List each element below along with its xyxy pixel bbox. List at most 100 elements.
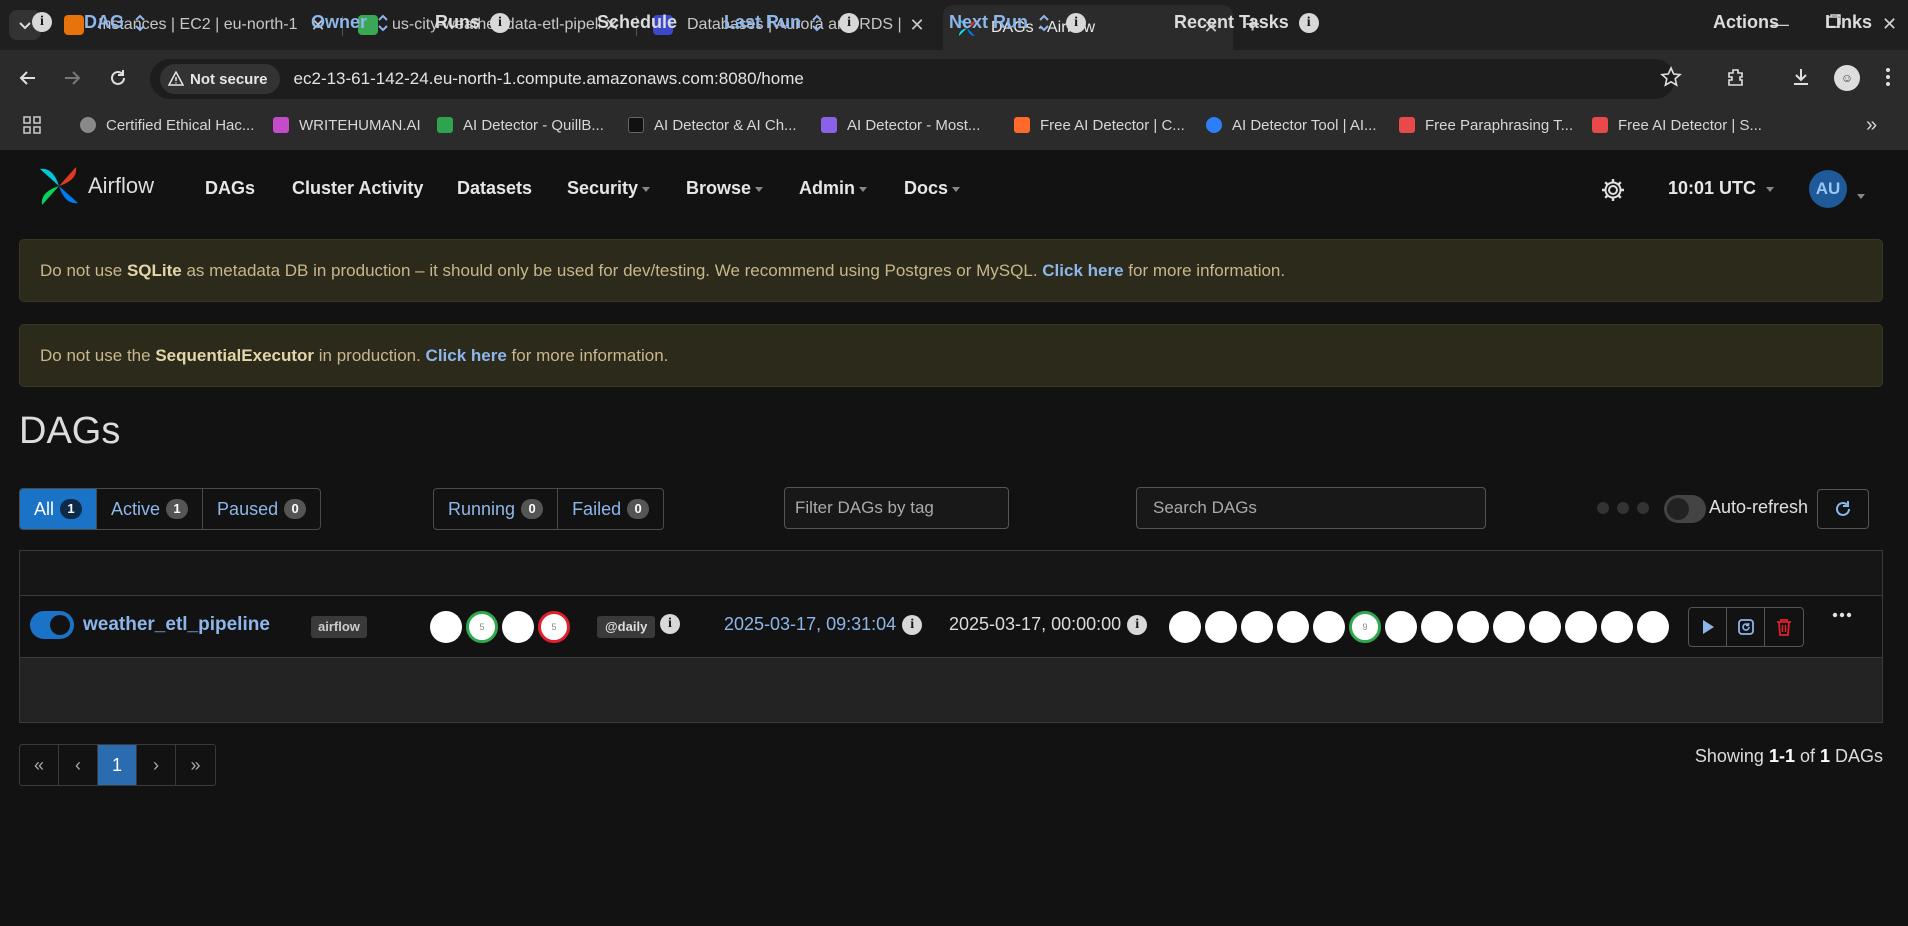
task-status-circle[interactable] [1601, 611, 1633, 643]
bookmark-item[interactable]: WRITEHUMAN.AI [273, 112, 421, 138]
address-bar[interactable]: Not secure ec2-13-61-142-24.eu-north-1.c… [150, 59, 1675, 99]
not-secure-badge[interactable]: Not secure [160, 64, 280, 94]
bookmark-item[interactable]: Certified Ethical Hac... [80, 112, 254, 138]
bookmark-item[interactable]: AI Detector & AI Ch... [628, 112, 797, 138]
owner-badge[interactable]: airflow [311, 616, 367, 638]
filter-running-button[interactable]: Running 0 [434, 489, 559, 529]
column-dag[interactable]: DAG [84, 12, 146, 33]
info-icon[interactable]: i [490, 12, 510, 33]
ai-detector-most-icon [821, 117, 837, 133]
info-icon[interactable]: i [1298, 12, 1319, 33]
prev-page-button[interactable]: ‹ [59, 745, 98, 785]
auto-refresh-toggle[interactable] [1664, 495, 1706, 523]
quillbot-icon [437, 117, 453, 133]
refresh-indicator-dots [1597, 502, 1657, 514]
column-next-run[interactable]: Next Run i [949, 12, 1087, 33]
dag-pause-toggle[interactable] [30, 611, 74, 639]
caret-down-icon[interactable] [1853, 186, 1865, 204]
column-last-run[interactable]: Last Run i [724, 12, 860, 33]
page-1-button[interactable]: 1 [98, 745, 137, 785]
schedule-info-icon[interactable]: i [660, 614, 680, 634]
task-status-circle[interactable] [1565, 611, 1597, 643]
delete-dag-button[interactable] [1765, 608, 1803, 646]
last-run-link[interactable]: 2025-03-17, 09:31:04 i [724, 614, 923, 635]
more-bookmarks-icon[interactable]: » [1866, 112, 1877, 138]
nav-browse[interactable]: Browse [686, 178, 764, 199]
last-page-button[interactable]: » [176, 745, 215, 785]
close-tab-icon[interactable]: ✕ [905, 15, 929, 36]
task-status-circle[interactable] [1385, 611, 1417, 643]
task-status-circle[interactable] [1637, 611, 1669, 643]
first-page-button[interactable]: « [20, 745, 59, 785]
run-status-circle-failed[interactable]: 5 [538, 611, 570, 643]
utc-clock[interactable]: 10:01 UTC [1668, 178, 1775, 199]
airflow-pinwheel-icon [40, 167, 78, 205]
play-icon [1702, 620, 1714, 634]
run-status-circle-success[interactable]: 5 [466, 611, 498, 643]
bookmark-item[interactable]: AI Detector Tool | AI... [1206, 112, 1377, 138]
info-icon[interactable]: i [839, 12, 860, 33]
bookmark-item[interactable]: AI Detector - Most... [821, 112, 980, 138]
nav-docs[interactable]: Docs [904, 178, 961, 199]
filter-all-button[interactable]: All 1 [20, 489, 98, 529]
airflow-logo[interactable]: Airflow [36, 163, 154, 209]
nav-datasets[interactable]: Datasets [457, 178, 532, 199]
sort-icon [812, 14, 822, 31]
task-status-circle[interactable] [1421, 611, 1453, 643]
info-icon[interactable]: i [1127, 614, 1148, 635]
task-status-circle[interactable] [1241, 611, 1273, 643]
filter-paused-button[interactable]: Paused 0 [203, 489, 320, 529]
bookmark-item[interactable]: AI Detector - QuillB... [437, 112, 604, 138]
info-icon[interactable]: i [1066, 12, 1087, 33]
tag-filter-input[interactable]: Filter DAGs by tag [784, 487, 1009, 529]
forward-arrow-icon[interactable] [60, 66, 84, 90]
writehuman-icon [273, 117, 289, 133]
reload-icon[interactable] [106, 66, 130, 90]
bookmark-star-icon[interactable] [1660, 66, 1682, 88]
more-vertical-icon[interactable] [1885, 66, 1891, 88]
trigger-dag-button[interactable] [1689, 608, 1727, 646]
task-status-circle[interactable] [1313, 611, 1345, 643]
select-all-info-icon[interactable]: i [32, 12, 52, 32]
links-more-icon[interactable] [1832, 612, 1852, 618]
bookmark-item[interactable]: Free AI Detector | C... [1014, 112, 1185, 138]
filter-active-button[interactable]: Active 1 [97, 489, 204, 529]
run-state-filter-group: Running 0 Failed 0 [433, 488, 665, 530]
task-status-circle[interactable] [1169, 611, 1201, 643]
nav-cluster-activity[interactable]: Cluster Activity [292, 178, 423, 199]
dag-id-link[interactable]: weather_etl_pipeline [83, 614, 270, 636]
extensions-icon[interactable] [1725, 66, 1747, 88]
refresh-button[interactable] [1817, 489, 1869, 529]
back-arrow-icon[interactable] [16, 66, 40, 90]
column-runs: Runs i [435, 12, 510, 33]
bookmark-item[interactable]: Free Paraphrasing T... [1399, 112, 1573, 138]
task-status-circle-success[interactable]: 9 [1349, 611, 1381, 643]
reparse-dag-button[interactable] [1727, 608, 1765, 646]
task-status-circle[interactable] [1457, 611, 1489, 643]
nav-admin[interactable]: Admin [799, 178, 867, 199]
apps-grid-icon[interactable] [22, 112, 42, 138]
schedule-badge[interactable]: @daily [597, 616, 656, 638]
theme-settings-gear-icon[interactable] [1600, 177, 1626, 203]
run-status-circle[interactable] [502, 611, 534, 643]
next-page-button[interactable]: › [137, 745, 176, 785]
column-owner[interactable]: Owner [311, 12, 389, 33]
search-dags-input[interactable]: Search DAGs [1136, 487, 1486, 529]
nav-dags[interactable]: DAGs [205, 178, 255, 199]
downloads-icon[interactable] [1790, 66, 1812, 88]
nav-security[interactable]: Security [567, 178, 651, 199]
filter-failed-button[interactable]: Failed 0 [558, 489, 663, 529]
run-status-circle[interactable] [430, 611, 462, 643]
executor-click-here-link[interactable]: Click here [426, 346, 507, 366]
browser-profile-avatar[interactable]: ☺ [1834, 65, 1860, 91]
task-status-circle[interactable] [1277, 611, 1309, 643]
task-status-circle[interactable] [1529, 611, 1561, 643]
task-status-circle[interactable] [1493, 611, 1525, 643]
task-status-circle[interactable] [1205, 611, 1237, 643]
close-window-icon[interactable]: ✕ [1882, 14, 1897, 35]
bookmark-item[interactable]: Free AI Detector | S... [1592, 112, 1762, 138]
info-icon[interactable]: i [902, 614, 923, 635]
user-avatar[interactable]: AU [1809, 170, 1847, 208]
sqlite-click-here-link[interactable]: Click here [1042, 261, 1123, 281]
url-text[interactable]: ec2-13-61-142-24.eu-north-1.compute.amaz… [294, 69, 804, 89]
